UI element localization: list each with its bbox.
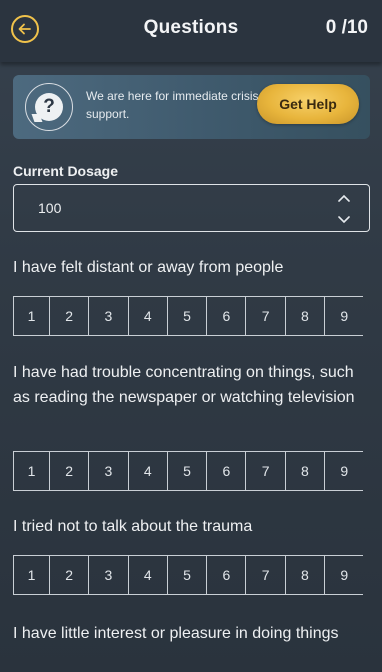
rating-option[interactable]: 2 xyxy=(49,451,89,491)
rating-option[interactable]: 7 xyxy=(245,296,285,336)
rating-option[interactable]: 3 xyxy=(88,296,128,336)
rating-option[interactable]: 3 xyxy=(88,555,128,595)
rating-option[interactable]: 3 xyxy=(88,451,128,491)
question-text: I tried not to talk about the trauma xyxy=(13,518,253,535)
rating-scale: 1 2 3 4 5 6 7 8 9 xyxy=(13,451,382,491)
rating-option[interactable]: 7 xyxy=(245,451,285,491)
rating-scale: 1 2 3 4 5 6 7 8 9 xyxy=(13,555,382,595)
crisis-support-text: We are here for immediate crisis support… xyxy=(86,89,259,121)
get-help-button[interactable]: Get Help xyxy=(257,84,359,124)
rating-scale: 1 2 3 4 5 6 7 8 9 xyxy=(13,296,382,336)
help-chat-icon: ? xyxy=(25,83,73,131)
rating-option[interactable]: 4 xyxy=(127,451,167,491)
rating-option[interactable]: 8 xyxy=(284,555,325,595)
dosage-input[interactable]: 100 xyxy=(13,184,370,232)
rating-option[interactable]: 1 xyxy=(13,451,49,491)
increment-button[interactable] xyxy=(337,191,351,205)
rating-option[interactable]: 6 xyxy=(206,296,246,336)
rating-option[interactable]: 5 xyxy=(166,296,207,336)
dosage-label: Current Dosage xyxy=(13,163,119,179)
rating-option[interactable]: 2 xyxy=(49,296,89,336)
rating-option[interactable]: 7 xyxy=(245,555,285,595)
rating-option[interactable]: 9 xyxy=(324,296,364,336)
question-counter: 0 /10 xyxy=(325,17,368,38)
rating-option[interactable]: 1 xyxy=(13,296,49,336)
chevron-up-icon xyxy=(338,194,350,202)
rating-option[interactable]: 6 xyxy=(206,555,246,595)
question-text: I have felt distant or away from people xyxy=(13,259,284,276)
decrement-button[interactable] xyxy=(337,213,351,227)
question-text: I have had trouble concentrating on thin… xyxy=(13,364,355,406)
rating-option[interactable]: 1 xyxy=(13,555,49,595)
rating-option[interactable]: 8 xyxy=(284,296,325,336)
rating-option[interactable]: 8 xyxy=(284,451,325,491)
question-text: I have little interest or pleasure in do… xyxy=(13,625,339,642)
rating-option[interactable]: 9 xyxy=(324,555,364,595)
rating-option[interactable]: 4 xyxy=(127,555,167,595)
rating-option[interactable]: 9 xyxy=(324,451,364,491)
rating-option[interactable]: 5 xyxy=(166,555,207,595)
rating-option[interactable]: 2 xyxy=(49,555,89,595)
rating-option[interactable]: 4 xyxy=(127,296,167,336)
rating-option[interactable]: 5 xyxy=(166,451,207,491)
top-bar: Questions 0 /10 xyxy=(0,0,382,62)
dosage-value: 100 xyxy=(38,200,62,216)
chevron-down-icon xyxy=(338,216,350,224)
page-title: Questions xyxy=(143,17,239,38)
rating-option[interactable]: 6 xyxy=(206,451,246,491)
